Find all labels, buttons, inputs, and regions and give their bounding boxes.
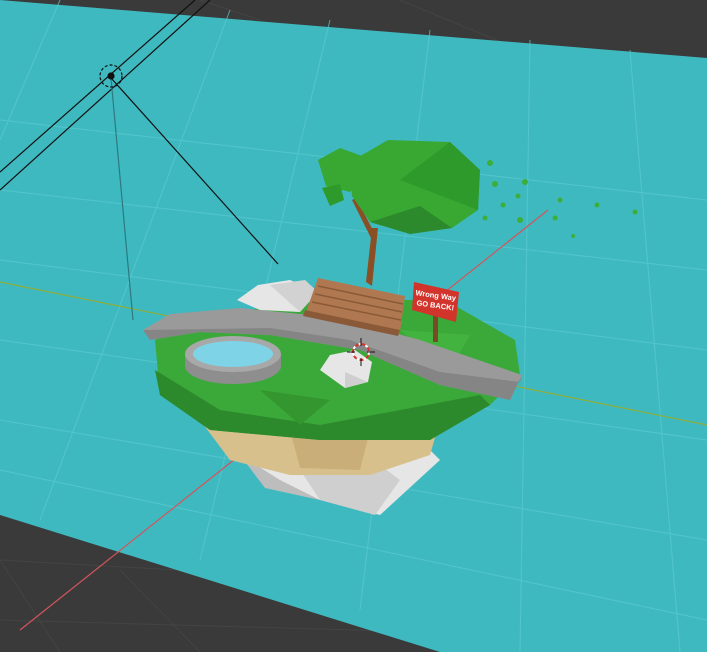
stone-well[interactable] xyxy=(185,336,281,384)
blender-3d-viewport[interactable]: Wrong Way GO BACK! xyxy=(0,0,707,652)
